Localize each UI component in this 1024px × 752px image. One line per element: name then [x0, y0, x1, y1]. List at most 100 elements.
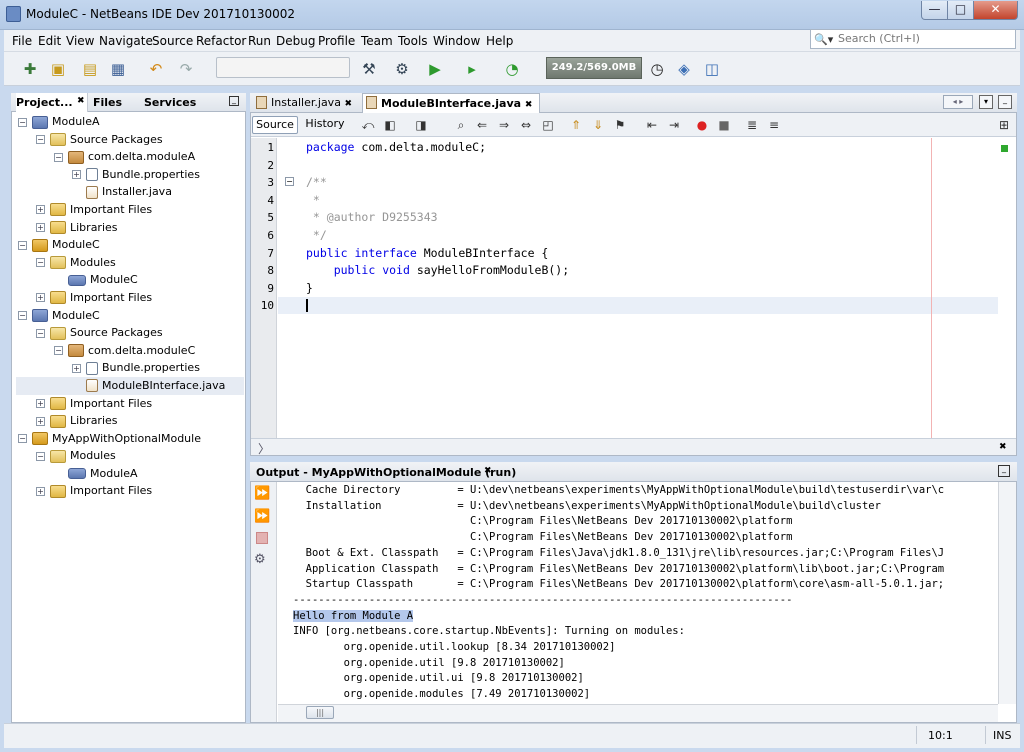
- collapse-icon[interactable]: −: [54, 346, 63, 356]
- tree-item[interactable]: + Bundle.properties: [16, 359, 244, 377]
- redo-icon[interactable]: ↷: [174, 57, 198, 81]
- tab-list-dropdown-icon[interactable]: ▾: [979, 95, 993, 109]
- fold-collapse-icon[interactable]: −: [285, 177, 294, 186]
- source-button[interactable]: Source: [252, 116, 298, 134]
- uncomment-icon[interactable]: ≡: [766, 117, 782, 133]
- clean-build-icon[interactable]: ⚙: [390, 57, 414, 81]
- tab-installer-java[interactable]: Installer.java ✖: [253, 93, 361, 113]
- close-tab-icon[interactable]: ✖: [484, 466, 492, 476]
- insert-mode[interactable]: INS: [993, 729, 1011, 742]
- close-button[interactable]: ✕: [973, 1, 1018, 20]
- tree-item[interactable]: + Libraries: [16, 412, 244, 430]
- collapse-icon[interactable]: −: [18, 240, 27, 250]
- close-tab-icon[interactable]: ✖: [344, 99, 352, 109]
- memory-meter[interactable]: 249.2/569.0MB: [546, 57, 642, 79]
- minimize-panel-icon[interactable]: _: [998, 465, 1010, 477]
- menu-window[interactable]: Window: [433, 34, 480, 48]
- build-hammer-icon[interactable]: ⚒: [357, 57, 381, 81]
- menu-run[interactable]: Run: [248, 34, 271, 48]
- menu-team[interactable]: Team: [361, 34, 393, 48]
- menu-profile[interactable]: Profile: [318, 34, 355, 48]
- close-breadcrumb-icon[interactable]: ✖: [999, 442, 1007, 452]
- tab-projects[interactable]: Project...: [16, 96, 73, 109]
- expand-icon[interactable]: +: [36, 399, 45, 408]
- tree-item[interactable]: ModuleC: [16, 271, 244, 289]
- minimize-button[interactable]: —: [921, 1, 948, 20]
- debug-icon[interactable]: ▸: [460, 57, 484, 81]
- menu-view[interactable]: View: [66, 34, 94, 48]
- back-icon[interactable]: ◧: [382, 117, 398, 133]
- menu-debug[interactable]: Debug: [276, 34, 315, 48]
- tree-item[interactable]: − Modules: [16, 254, 244, 272]
- forward-icon[interactable]: ◨: [413, 117, 429, 133]
- previous-bookmark-icon[interactable]: ⇑: [568, 117, 584, 133]
- menu-file[interactable]: File: [12, 34, 32, 48]
- tree-item[interactable]: + Important Files: [16, 482, 244, 500]
- expand-icon[interactable]: +: [36, 486, 45, 496]
- shift-left-icon[interactable]: ⇤: [644, 117, 660, 133]
- maximize-button[interactable]: □: [947, 1, 974, 20]
- rerun-with-params-icon[interactable]: ⏩: [254, 509, 270, 524]
- menu-refactor[interactable]: Refactor: [196, 34, 246, 48]
- gc-clock-icon[interactable]: ◷: [645, 57, 669, 81]
- minimize-panel-icon[interactable]: _: [229, 96, 239, 106]
- tab-files[interactable]: Files: [93, 96, 122, 109]
- heap-dump-icon[interactable]: ◫: [700, 57, 724, 81]
- menu-tools[interactable]: Tools: [398, 34, 428, 48]
- output-title[interactable]: Output - MyAppWithOptionalModule (run): [256, 466, 516, 479]
- run-icon[interactable]: ▶: [423, 57, 447, 81]
- tab-modulebinterface-java[interactable]: ModuleBInterface.java ✖: [362, 93, 540, 113]
- history-button[interactable]: History: [302, 116, 348, 134]
- output-vertical-scrollbar[interactable]: [998, 482, 1016, 704]
- settings-icon[interactable]: ⚙: [254, 552, 266, 567]
- find-previous-icon[interactable]: ⇐: [474, 117, 490, 133]
- tree-item[interactable]: − ModuleC: [16, 236, 244, 254]
- collapse-icon[interactable]: −: [36, 451, 45, 461]
- comment-icon[interactable]: ≣: [744, 117, 760, 133]
- expand-icon[interactable]: +: [36, 223, 45, 233]
- new-project-icon[interactable]: ▣: [46, 57, 70, 81]
- save-all-icon[interactable]: ▦: [106, 57, 130, 81]
- tree-item[interactable]: − com.delta.moduleA: [16, 148, 244, 166]
- toggle-highlight-icon[interactable]: ◰: [540, 117, 556, 133]
- last-edit-icon[interactable]: ⤺: [360, 117, 376, 133]
- expand-icon[interactable]: +: [72, 363, 81, 373]
- tree-item[interactable]: − MyAppWithOptionalModule: [16, 430, 244, 448]
- undo-icon[interactable]: ↶: [144, 57, 168, 81]
- tree-item[interactable]: + Important Files: [16, 201, 244, 219]
- tree-item[interactable]: + Bundle.properties: [16, 166, 244, 184]
- tree-item[interactable]: Installer.java: [16, 183, 244, 201]
- new-file-icon[interactable]: ✚: [18, 57, 42, 81]
- toggle-bookmark-icon[interactable]: ⚑: [612, 117, 628, 133]
- profile-snapshot-icon[interactable]: ◈: [672, 57, 696, 81]
- find-icon[interactable]: ⌕: [453, 117, 469, 133]
- stop-macro-icon[interactable]: ■: [716, 117, 732, 133]
- configuration-combo[interactable]: [216, 57, 350, 78]
- tree-item[interactable]: + Libraries: [16, 219, 244, 237]
- close-tab-icon[interactable]: ✖: [77, 96, 85, 106]
- next-bookmark-icon[interactable]: ⇓: [590, 117, 606, 133]
- tree-item[interactable]: − com.delta.moduleC: [16, 342, 244, 360]
- split-editor-icon[interactable]: ⊞: [996, 117, 1012, 133]
- collapse-icon[interactable]: −: [36, 258, 45, 268]
- expand-icon[interactable]: +: [72, 170, 81, 180]
- collapse-icon[interactable]: −: [36, 135, 45, 145]
- tree-item[interactable]: ModuleBInterface.java: [16, 376, 244, 395]
- stop-icon[interactable]: [256, 532, 268, 544]
- collapse-icon[interactable]: −: [18, 117, 27, 127]
- tree-item[interactable]: − ModuleA: [16, 113, 244, 131]
- find-next-icon[interactable]: ⇒: [496, 117, 512, 133]
- menu-help[interactable]: Help: [486, 34, 513, 48]
- tab-scroll-arrows[interactable]: ◂ ▸: [943, 95, 973, 109]
- rerun-icon[interactable]: ⏩: [254, 486, 270, 501]
- collapse-icon[interactable]: −: [18, 434, 27, 444]
- tree-item[interactable]: − Source Packages: [16, 131, 244, 149]
- expand-icon[interactable]: +: [36, 205, 45, 215]
- tree-item[interactable]: ModuleA: [16, 465, 244, 483]
- collapse-icon[interactable]: −: [18, 311, 27, 321]
- menu-source[interactable]: Source: [152, 34, 193, 48]
- collapse-icon[interactable]: −: [36, 328, 45, 338]
- tree-item[interactable]: − Source Packages: [16, 324, 244, 342]
- start-macro-icon[interactable]: ●: [694, 117, 710, 133]
- tree-item[interactable]: − ModuleC: [16, 307, 244, 325]
